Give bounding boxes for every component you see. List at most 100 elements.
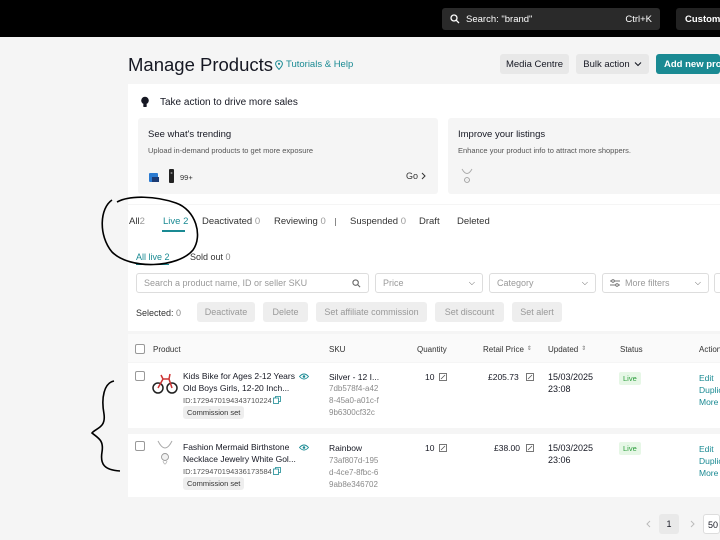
- set-discount-button[interactable]: Set discount: [435, 302, 504, 322]
- select-all-checkbox[interactable]: [135, 344, 145, 354]
- chevron-down-icon: ⌵: [468, 278, 475, 287]
- commission-badge: Commission set: [183, 406, 245, 419]
- subtab-underline: [136, 264, 169, 265]
- col-retail-price[interactable]: Retail Price ⇕: [483, 345, 532, 354]
- page-1-button[interactable]: 1: [659, 514, 679, 534]
- edit-link[interactable]: Edit: [699, 443, 714, 455]
- tab-all[interactable]: All2: [129, 216, 145, 227]
- lightbulb-icon: [141, 96, 149, 107]
- bike-thumbnail-icon: [152, 373, 178, 394]
- search-icon: [450, 14, 460, 24]
- product-name[interactable]: Kids Bike for Ages 2-12 Years Old Boys G…: [183, 371, 301, 394]
- account-button[interactable]: Customer: [676, 8, 720, 30]
- edit-price-icon[interactable]: [526, 444, 534, 452]
- edit-quantity-icon[interactable]: [439, 373, 447, 381]
- search-shortcut: Ctrl+K: [625, 13, 652, 25]
- subtab-sold-out[interactable]: Sold out 0: [190, 252, 231, 262]
- tab-all-label: All: [129, 216, 140, 227]
- tab-deactivated-label: Deactivated: [202, 216, 253, 227]
- subtab-sold-out-label: Sold out: [190, 252, 224, 262]
- price-filter[interactable]: Price ⌵: [375, 273, 483, 293]
- tab-suspended[interactable]: Suspended 0: [350, 216, 406, 227]
- improve-card[interactable]: Improve your listings Enhance your produ…: [448, 118, 720, 194]
- col-actions: Actions: [699, 345, 720, 354]
- more-filters-button[interactable]: More filters ⌵: [602, 273, 709, 293]
- sku-line: 9b6300cf32c: [329, 408, 375, 417]
- sku-line: 7db578f4-a42: [329, 384, 379, 393]
- chevron-right-icon: [421, 172, 426, 180]
- media-centre-button[interactable]: Media Centre: [500, 54, 569, 74]
- updated-time: 23:08: [548, 384, 571, 394]
- necklace-thumbnail-icon: [461, 168, 473, 183]
- col-sku: SKU: [329, 345, 346, 354]
- status-badge: Live: [619, 372, 641, 385]
- search-text: Search: "brand": [466, 13, 533, 25]
- sku-line: 8-45a0-a01c-f: [329, 396, 379, 405]
- tab-draft-label: Draft: [419, 216, 440, 227]
- copy-icon[interactable]: [273, 467, 281, 475]
- prev-page-icon[interactable]: [645, 520, 651, 528]
- global-search[interactable]: Search: "brand" Ctrl+K: [442, 8, 660, 30]
- more-link[interactable]: More: [699, 396, 720, 408]
- tab-reviewing[interactable]: Reviewing 0: [274, 216, 326, 227]
- updated-date: 15/03/2025: [548, 443, 594, 453]
- duplicate-link[interactable]: Duplicate: [699, 384, 720, 396]
- improve-title: Improve your listings: [458, 129, 546, 140]
- edit-link[interactable]: Edit: [699, 372, 714, 384]
- col-updated[interactable]: Updated ⇕: [548, 345, 586, 354]
- tab-deactivated[interactable]: Deactivated 0: [202, 216, 260, 227]
- col-retail-price-label: Retail Price: [483, 345, 524, 354]
- search-icon: [352, 278, 361, 287]
- extra-filter-control[interactable]: [714, 273, 720, 293]
- selected-number: 0: [176, 308, 182, 318]
- page-title: Manage Products: [128, 54, 274, 75]
- bulk-action-label: Bulk action: [583, 58, 630, 70]
- delete-button[interactable]: Delete: [263, 302, 308, 322]
- quantity-value: 10: [425, 443, 435, 453]
- tab-deleted[interactable]: Deleted: [457, 216, 490, 227]
- tutorials-link[interactable]: Tutorials & Help: [275, 59, 353, 70]
- sku-line: d-4ce7-8fbc-6: [329, 468, 379, 477]
- media-centre-label: Media Centre: [505, 58, 564, 70]
- sku-line: 9ab8e346702: [329, 480, 378, 489]
- filter-sliders-icon: [610, 279, 620, 287]
- trending-desc: Upload in-demand products to get more ex…: [148, 146, 314, 155]
- tab-reviewing-label: Reviewing: [274, 216, 318, 227]
- set-affiliate-commission-button[interactable]: Set affiliate commission: [316, 302, 427, 322]
- tab-live-underline: [162, 230, 185, 232]
- next-page-icon[interactable]: [690, 520, 696, 528]
- selected-label: Selected:: [136, 308, 174, 318]
- product-search-input[interactable]: Search a product name, ID or seller SKU: [136, 273, 369, 293]
- tab-draft[interactable]: Draft: [419, 216, 440, 227]
- add-new-product-button[interactable]: Add new product: [656, 54, 720, 74]
- set-alert-button[interactable]: Set alert: [512, 302, 562, 322]
- row-checkbox[interactable]: [135, 371, 145, 381]
- tab-suspended-label: Suspended: [350, 216, 399, 227]
- deactivate-button[interactable]: Deactivate: [197, 302, 255, 322]
- category-filter[interactable]: Category ⌵: [489, 273, 596, 293]
- tab-live[interactable]: Live 2: [163, 216, 188, 227]
- tab-deleted-label: Deleted: [457, 216, 490, 227]
- sku-line: 73af807d-195: [329, 456, 379, 465]
- tab-deactivated-count: 0: [254, 216, 261, 227]
- eye-icon[interactable]: [299, 444, 309, 451]
- eye-icon[interactable]: [299, 373, 309, 380]
- row-checkbox[interactable]: [135, 441, 145, 451]
- more-link[interactable]: More: [699, 467, 720, 479]
- trending-go-link[interactable]: Go: [406, 171, 426, 181]
- trending-card[interactable]: See what's trending Upload in-demand pro…: [138, 118, 438, 194]
- page-size-select[interactable]: 50: [703, 514, 720, 534]
- bulk-action-button[interactable]: Bulk action: [576, 54, 649, 74]
- col-quantity: Quantity: [417, 345, 447, 354]
- trending-title: See what's trending: [148, 129, 232, 140]
- sku-name: Silver - 12 I...: [329, 372, 380, 382]
- edit-quantity-icon[interactable]: [439, 444, 447, 452]
- copy-icon[interactable]: [273, 396, 281, 404]
- edit-price-icon[interactable]: [526, 373, 534, 381]
- product-name[interactable]: Fashion Mermaid Birthstone Necklace Jewe…: [183, 442, 301, 465]
- tutorials-label: Tutorials & Help: [286, 59, 354, 70]
- tab-divider: [335, 218, 336, 226]
- subtab-all-live[interactable]: All live 2: [136, 252, 170, 262]
- duplicate-link[interactable]: Duplicate: [699, 455, 720, 467]
- sort-icon: ⇕: [581, 346, 587, 352]
